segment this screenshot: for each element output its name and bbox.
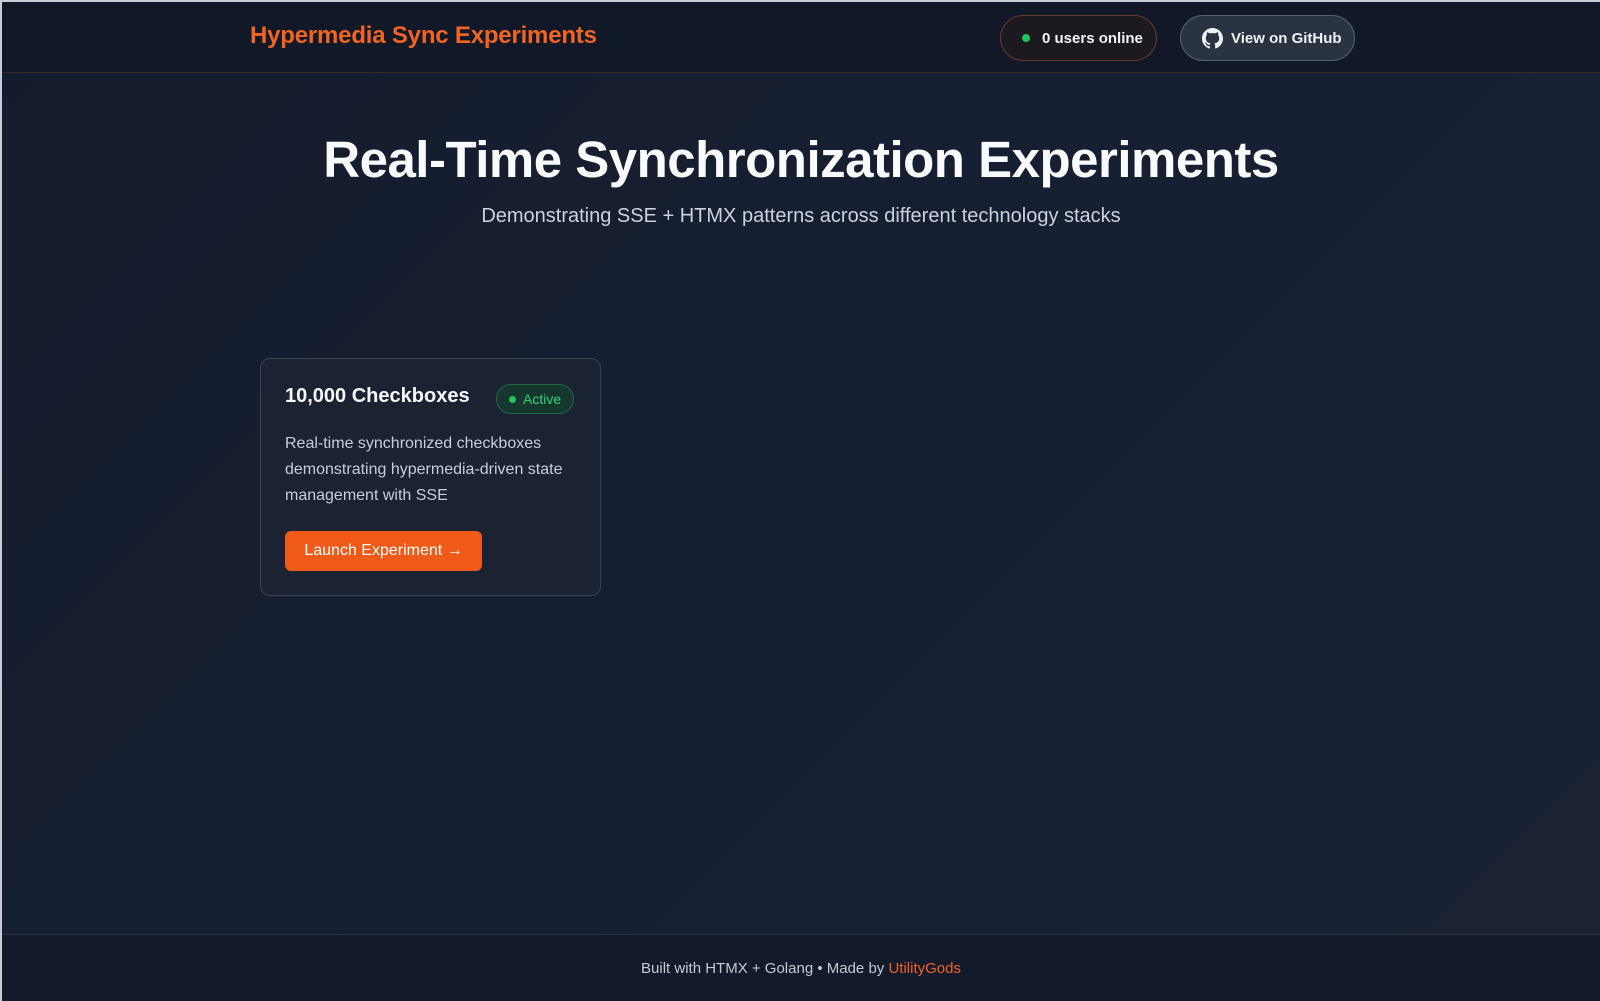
status-label: Active [523,391,562,407]
github-button-label: View on GitHub [1231,29,1342,47]
status-badge: Active [496,384,575,414]
users-online-label: 0 users online [1042,29,1143,47]
launch-experiment-button[interactable]: Launch Experiment → [285,531,482,571]
status-dot-icon [509,395,516,403]
github-icon [1202,27,1223,49]
view-on-github-button[interactable]: View on GitHub [1180,15,1355,61]
site-header: Hypermedia Sync Experiments 0 users onli… [2,2,1600,73]
users-online-badge: 0 users online [1000,15,1157,61]
footer-author-link[interactable]: UtilityGods [888,960,961,977]
footer-text: Built with HTMX + Golang • Made by Utili… [2,960,1600,977]
page: Hypermedia Sync Experiments 0 users onli… [0,0,1600,1001]
experiment-card: 10,000 Checkboxes Active Real-time synch… [260,358,601,596]
experiment-description: Real-time synchronized checkboxes demons… [285,435,563,504]
online-status-dot-icon [1022,34,1030,42]
experiment-title: 10,000 Checkboxes [285,385,470,407]
page-title: Real-Time Synchronization Experiments [323,131,1279,188]
brand-title[interactable]: Hypermedia Sync Experiments [250,22,597,50]
site-footer: Built with HTMX + Golang • Made by Utili… [2,934,1600,1001]
page-subtitle: Demonstrating SSE + HTMX patterns across… [481,205,1121,227]
footer-credit: Built with HTMX + Golang • Made by [641,960,889,977]
